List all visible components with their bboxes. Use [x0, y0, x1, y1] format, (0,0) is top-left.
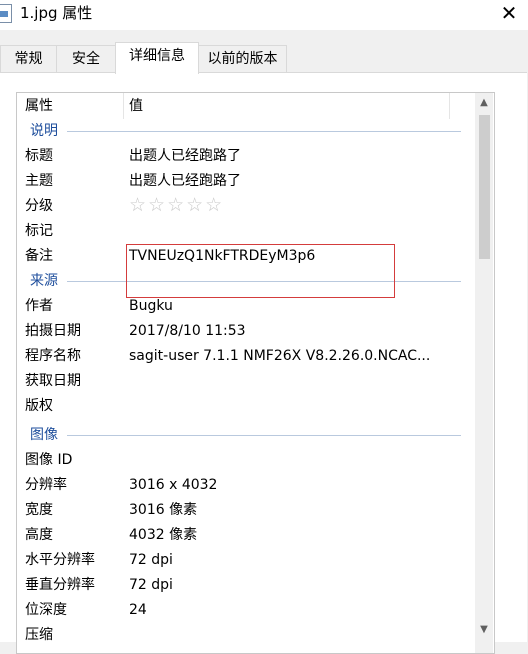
property-row-date-taken[interactable]: 拍摄日期 2017/8/10 11:53	[17, 319, 475, 344]
property-value[interactable]: 24	[129, 601, 147, 620]
property-value[interactable]: 72 dpi	[129, 576, 173, 595]
tab-previous-versions[interactable]: 以前的版本	[198, 45, 287, 73]
tab-details[interactable]: 详细信息	[115, 42, 199, 74]
property-label: 压缩	[25, 627, 53, 643]
title-bar: 1.jpg 属性 ✕	[0, 0, 528, 30]
property-label: 水平分辨率	[25, 552, 95, 568]
close-button[interactable]: ✕	[490, 0, 528, 28]
star-rating-icon[interactable]: ☆☆☆☆☆	[129, 195, 224, 216]
group-divider	[67, 131, 461, 132]
property-label: 图像 ID	[25, 452, 73, 468]
column-header-property[interactable]: 属性	[25, 97, 53, 115]
group-divider	[67, 435, 461, 436]
vertical-scrollbar[interactable]: ▲ ▼	[475, 93, 493, 653]
tab-security[interactable]: 安全	[56, 45, 116, 73]
property-label: 标题	[25, 148, 53, 164]
property-value[interactable]: 出题人已经跑路了	[129, 172, 241, 191]
property-value[interactable]: 2017/8/10 11:53	[129, 322, 246, 341]
property-row-subject[interactable]: 主题 出题人已经跑路了	[17, 169, 475, 194]
property-label: 拍摄日期	[25, 323, 81, 339]
property-row-copyright[interactable]: 版权	[17, 394, 475, 419]
property-label: 高度	[25, 527, 53, 543]
column-divider[interactable]	[449, 93, 450, 119]
property-value[interactable]: sagit-user 7.1.1 NMF26X V8.2.26.0.NCAC..…	[129, 347, 430, 366]
property-row-height[interactable]: 高度 4032 像素	[17, 523, 475, 548]
property-value[interactable]: 4032 像素	[129, 526, 197, 545]
column-header: 属性 值	[17, 93, 475, 119]
tab-strip: 常规 安全 详细信息 以前的版本	[0, 42, 528, 74]
property-label: 备注	[25, 248, 53, 264]
file-icon	[0, 4, 12, 23]
column-divider[interactable]	[123, 93, 124, 119]
scroll-up-arrow-icon[interactable]: ▲	[475, 93, 493, 113]
scroll-down-arrow-icon[interactable]: ▼	[475, 620, 493, 640]
property-row-width[interactable]: 宽度 3016 像素	[17, 498, 475, 523]
property-row-rating[interactable]: 分级 ☆☆☆☆☆	[17, 194, 475, 219]
property-label: 位深度	[25, 602, 67, 618]
property-value[interactable]: 72 dpi	[129, 551, 173, 570]
tab-general[interactable]: 常规	[0, 45, 57, 73]
property-row-image-id[interactable]: 图像 ID	[17, 448, 475, 473]
property-label: 程序名称	[25, 348, 81, 364]
window-title: 1.jpg 属性	[20, 4, 93, 22]
property-row-program-name[interactable]: 程序名称 sagit-user 7.1.1 NMF26X V8.2.26.0.N…	[17, 344, 475, 369]
property-label: 获取日期	[25, 373, 81, 389]
details-panel: 属性 值 说明 标题 出题人已经跑路了 主题 出题人已经跑路了 分级 ☆☆☆☆☆…	[0, 72, 527, 654]
property-label: 分辨率	[25, 477, 67, 493]
property-row-compression[interactable]: 压缩	[17, 623, 475, 648]
property-row-vertical-resolution[interactable]: 垂直分辨率 72 dpi	[17, 573, 475, 598]
property-label: 版权	[25, 398, 53, 414]
property-label: 主题	[25, 173, 53, 189]
property-label: 作者	[25, 298, 53, 314]
group-description: 说明	[17, 119, 475, 144]
property-label: 分级	[25, 198, 53, 214]
property-row-horizontal-resolution[interactable]: 水平分辨率 72 dpi	[17, 548, 475, 573]
property-value[interactable]: 3016 像素	[129, 501, 197, 520]
property-row-dimensions[interactable]: 分辨率 3016 x 4032	[17, 473, 475, 498]
property-row-bit-depth[interactable]: 位深度 24	[17, 598, 475, 623]
property-value[interactable]: 出题人已经跑路了	[129, 147, 241, 166]
property-value[interactable]: 3016 x 4032	[129, 476, 217, 495]
group-image: 图像	[17, 423, 475, 448]
property-row-tags[interactable]: 标记	[17, 219, 475, 244]
highlight-annotation-box	[126, 244, 395, 298]
property-label: 标记	[25, 223, 53, 239]
scroll-thumb[interactable]	[479, 115, 490, 259]
property-label: 宽度	[25, 502, 53, 518]
column-header-value[interactable]: 值	[129, 97, 143, 115]
property-row-title[interactable]: 标题 出题人已经跑路了	[17, 144, 475, 169]
properties-list[interactable]: 属性 值 说明 标题 出题人已经跑路了 主题 出题人已经跑路了 分级 ☆☆☆☆☆…	[16, 92, 495, 654]
property-row-date-acquired[interactable]: 获取日期	[17, 369, 475, 394]
property-value[interactable]: Bugku	[129, 297, 173, 316]
property-label: 垂直分辨率	[25, 577, 95, 593]
